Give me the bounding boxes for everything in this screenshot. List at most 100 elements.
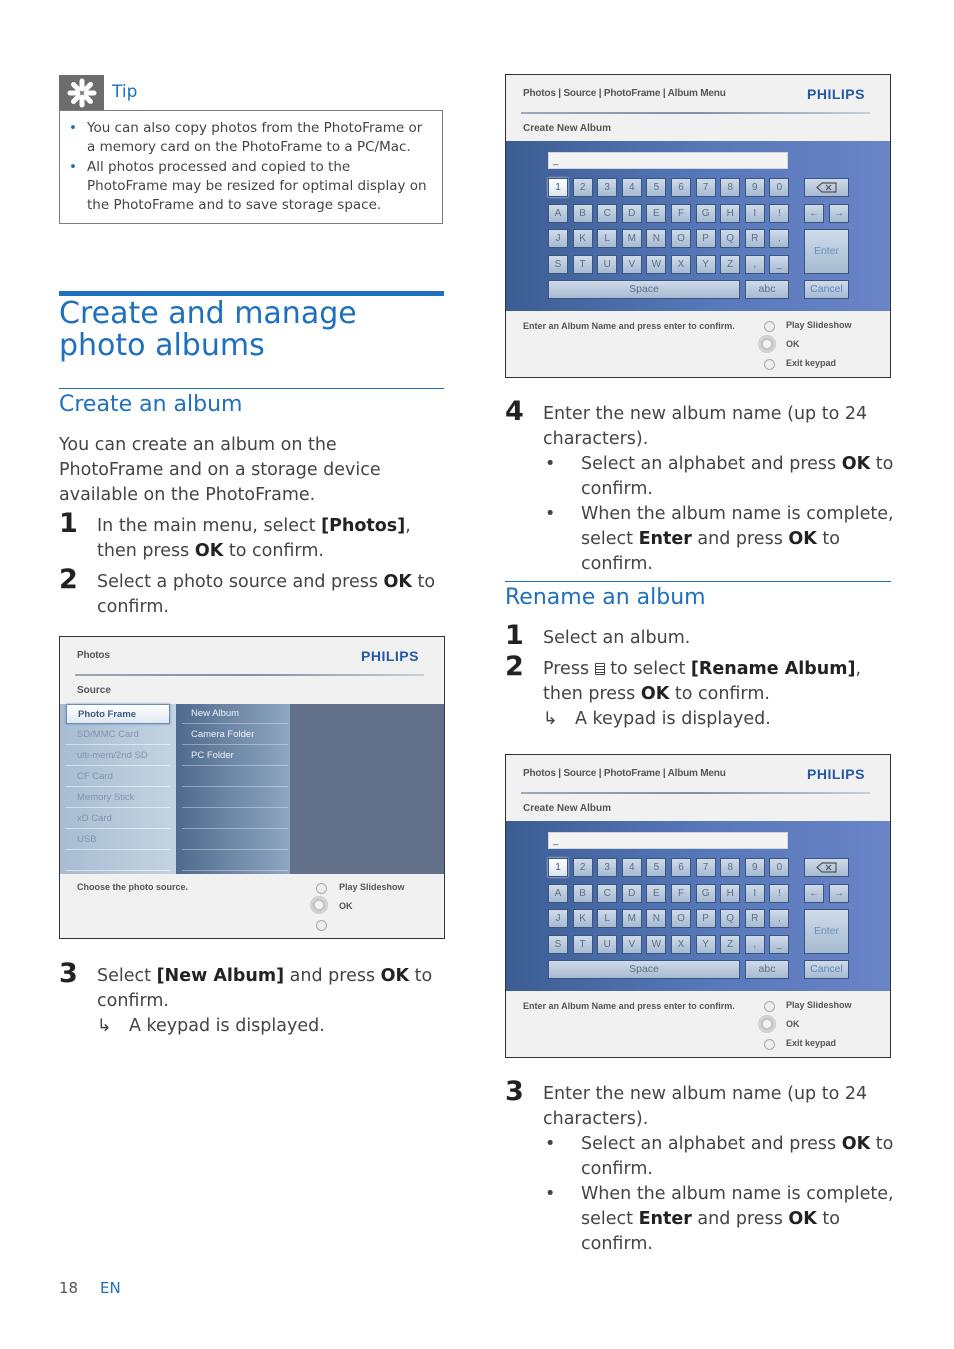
- cancel-key[interactable]: Cancel: [804, 960, 849, 979]
- key[interactable]: _: [769, 254, 790, 274]
- key[interactable]: N: [646, 229, 667, 248]
- key[interactable]: T: [572, 254, 593, 274]
- key[interactable]: W: [646, 254, 667, 274]
- key[interactable]: 3: [597, 178, 618, 197]
- left-arrow-key[interactable]: ←: [804, 884, 824, 903]
- key[interactable]: 2: [572, 858, 593, 877]
- key[interactable]: J: [548, 229, 568, 248]
- key[interactable]: 7: [695, 858, 716, 877]
- key[interactable]: F: [671, 203, 691, 223]
- key[interactable]: J: [548, 909, 568, 928]
- source-item-ulti-mem[interactable]: ulti-mem/2nd SD: [66, 746, 170, 766]
- key[interactable]: C: [597, 883, 618, 903]
- right-arrow-key[interactable]: →: [829, 884, 849, 903]
- key[interactable]: 7: [695, 178, 716, 197]
- key[interactable]: !: [769, 203, 790, 223]
- abc-key[interactable]: abc: [745, 280, 789, 299]
- key[interactable]: .: [769, 909, 790, 928]
- key[interactable]: Y: [695, 254, 716, 274]
- source-item-xd[interactable]: xD Card: [66, 809, 170, 829]
- key[interactable]: I: [744, 203, 765, 223]
- key[interactable]: !: [769, 883, 790, 903]
- key[interactable]: L: [597, 909, 618, 928]
- key[interactable]: U: [597, 934, 618, 954]
- enter-key[interactable]: Enter: [804, 909, 849, 954]
- key[interactable]: D: [621, 883, 642, 903]
- key[interactable]: N: [646, 909, 667, 928]
- source-item-sd-mmc[interactable]: SD/MMC Card: [66, 725, 170, 745]
- key[interactable]: 0: [769, 858, 790, 877]
- folder-item-pc[interactable]: PC Folder: [182, 746, 288, 766]
- key[interactable]: U: [597, 254, 618, 274]
- key[interactable]: H: [720, 203, 741, 223]
- key[interactable]: 8: [720, 858, 741, 877]
- key[interactable]: X: [671, 934, 691, 954]
- key[interactable]: S: [548, 254, 568, 274]
- key[interactable]: .: [769, 229, 790, 248]
- source-item-memory-stick[interactable]: Memory Stick: [66, 788, 170, 808]
- key[interactable]: G: [695, 883, 716, 903]
- source-item-cf[interactable]: CF Card: [66, 767, 170, 787]
- key[interactable]: E: [646, 883, 667, 903]
- enter-key[interactable]: Enter: [804, 229, 849, 274]
- key[interactable]: P: [695, 909, 716, 928]
- key[interactable]: V: [621, 254, 642, 274]
- key[interactable]: L: [597, 229, 618, 248]
- key[interactable]: 1: [548, 178, 568, 197]
- key[interactable]: C: [597, 203, 618, 223]
- key[interactable]: Q: [720, 229, 741, 248]
- key[interactable]: B: [572, 883, 593, 903]
- key[interactable]: H: [720, 883, 741, 903]
- left-arrow-key[interactable]: ←: [804, 204, 824, 223]
- key[interactable]: S: [548, 934, 568, 954]
- key[interactable]: 5: [646, 858, 667, 877]
- key[interactable]: 2: [572, 178, 593, 197]
- key[interactable]: O: [671, 909, 691, 928]
- key[interactable]: A: [548, 883, 568, 903]
- key[interactable]: R: [744, 229, 765, 248]
- key[interactable]: Z: [720, 254, 741, 274]
- key[interactable]: 1: [548, 858, 568, 877]
- key[interactable]: B: [572, 203, 593, 223]
- key[interactable]: 4: [621, 858, 642, 877]
- key[interactable]: E: [646, 203, 667, 223]
- source-item-photo-frame[interactable]: Photo Frame: [66, 704, 170, 724]
- key[interactable]: P: [695, 229, 716, 248]
- key[interactable]: K: [572, 909, 593, 928]
- key[interactable]: 6: [671, 858, 691, 877]
- folder-item-new-album[interactable]: New Album: [182, 704, 288, 724]
- source-item-usb[interactable]: USB: [66, 830, 170, 850]
- key[interactable]: 9: [744, 858, 765, 877]
- backspace-key[interactable]: [804, 858, 849, 877]
- key[interactable]: _: [769, 934, 790, 954]
- abc-key[interactable]: abc: [745, 960, 789, 979]
- album-name-input[interactable]: _: [548, 152, 788, 169]
- key[interactable]: Z: [720, 934, 741, 954]
- key[interactable]: O: [671, 229, 691, 248]
- key[interactable]: 5: [646, 178, 667, 197]
- key[interactable]: X: [671, 254, 691, 274]
- key[interactable]: Q: [720, 909, 741, 928]
- cancel-key[interactable]: Cancel: [804, 280, 849, 299]
- key[interactable]: W: [646, 934, 667, 954]
- key[interactable]: ,: [744, 934, 765, 954]
- key[interactable]: F: [671, 883, 691, 903]
- key[interactable]: D: [621, 203, 642, 223]
- key[interactable]: T: [572, 934, 593, 954]
- folder-item-camera[interactable]: Camera Folder: [182, 725, 288, 745]
- key[interactable]: R: [744, 909, 765, 928]
- key[interactable]: 8: [720, 178, 741, 197]
- key[interactable]: G: [695, 203, 716, 223]
- key[interactable]: ,: [744, 254, 765, 274]
- key[interactable]: K: [572, 229, 593, 248]
- right-arrow-key[interactable]: →: [829, 204, 849, 223]
- key[interactable]: Y: [695, 934, 716, 954]
- key[interactable]: M: [621, 229, 642, 248]
- key[interactable]: 4: [621, 178, 642, 197]
- key[interactable]: M: [621, 909, 642, 928]
- key[interactable]: 3: [597, 858, 618, 877]
- key[interactable]: A: [548, 203, 568, 223]
- key[interactable]: 6: [671, 178, 691, 197]
- key[interactable]: I: [744, 883, 765, 903]
- space-key[interactable]: Space: [548, 960, 740, 979]
